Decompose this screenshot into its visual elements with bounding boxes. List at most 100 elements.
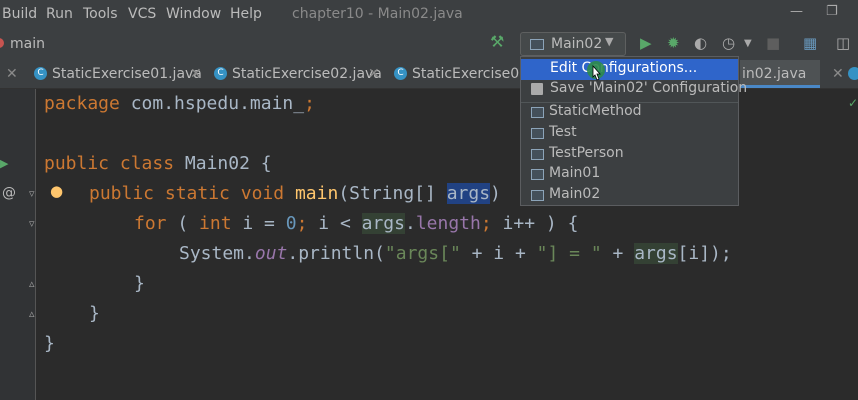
menu-build[interactable]: Build: [2, 6, 37, 22]
menu-bar: Build Run Tools VCS Window Help chapter1…: [0, 0, 858, 28]
config-item-test[interactable]: Test: [521, 123, 738, 144]
code-token: [i]);: [677, 243, 732, 264]
config-item-main02[interactable]: Main02: [521, 185, 738, 206]
param-args: args: [446, 183, 491, 204]
close-icon[interactable]: ✕: [368, 66, 380, 82]
close-icon[interactable]: ✕: [832, 66, 844, 82]
keyword: int: [199, 213, 232, 234]
pointer-cursor-icon: [592, 65, 601, 81]
code-line-6: System.out.println("args[" + i + "] = " …: [179, 239, 732, 269]
fold-icon[interactable]: ▵: [29, 307, 35, 320]
config-icon: [531, 107, 544, 118]
window-title: chapter10 - Main02.java: [292, 6, 463, 22]
code-line-3: public class Main02 {: [44, 149, 272, 179]
branch-icon: [0, 38, 4, 48]
keyword: package: [44, 93, 120, 114]
code-line-5: for ( int i = 0; i < args.length; i++ ) …: [134, 209, 578, 239]
run-icon[interactable]: ▶: [640, 34, 652, 52]
paren: ): [490, 183, 501, 204]
config-item-staticmethod[interactable]: StaticMethod: [521, 102, 738, 123]
fold-icon[interactable]: ▿: [29, 217, 35, 230]
run-config-dropdown: Edit Configurations... Save 'Main02' Con…: [520, 56, 747, 206]
config-item-testperson[interactable]: TestPerson: [521, 144, 738, 165]
config-item-main01[interactable]: Main01: [521, 164, 738, 185]
build-hammer-icon[interactable]: ⚒: [490, 32, 504, 51]
lightbulb-icon[interactable]: ●: [50, 182, 63, 200]
class-icon: C: [394, 67, 407, 80]
menu-item-label: TestPerson: [549, 145, 624, 161]
config-icon: [531, 169, 544, 180]
debug-icon[interactable]: ✹: [667, 34, 680, 52]
menu-item-label: Edit Configurations...: [550, 60, 698, 76]
menu-window[interactable]: Window: [166, 6, 221, 22]
save-icon: [531, 83, 543, 95]
number-literal: 0: [285, 213, 297, 234]
tab-label: in02.java: [742, 66, 807, 82]
search-everywhere-icon[interactable]: ◫: [836, 34, 850, 52]
menu-run[interactable]: Run: [46, 6, 73, 22]
editor-gutter: ▶ @ ▿ ▿ ▵ ▵: [0, 89, 36, 400]
override-icon[interactable]: @: [2, 185, 16, 201]
stop-icon[interactable]: ■: [766, 34, 780, 52]
static-field-out: out: [254, 243, 288, 264]
keyword: static: [164, 183, 230, 204]
class-name: Main02: [184, 153, 250, 174]
checkmark-icon: ✓: [848, 96, 858, 110]
close-icon[interactable]: ✕: [190, 66, 202, 82]
brace: {: [249, 153, 272, 174]
param-args: args: [361, 213, 405, 234]
code-token: .println(: [287, 243, 385, 264]
config-icon: [531, 190, 544, 201]
run-gutter-icon[interactable]: ▶: [0, 157, 8, 170]
project-structure-icon[interactable]: ▦: [803, 34, 817, 52]
branch-name[interactable]: main: [10, 36, 45, 52]
method-name: main: [294, 183, 339, 204]
tab-label: StaticExercise01.java: [52, 66, 202, 82]
close-icon[interactable]: ✕: [6, 66, 18, 82]
keyword: public: [44, 153, 110, 174]
keyword: void: [240, 183, 285, 204]
config-icon: [530, 39, 544, 50]
code-line-1: package com.hspedu.main_;: [44, 89, 315, 119]
minimize-icon[interactable]: —: [790, 4, 803, 19]
class-icon: [848, 67, 858, 80]
code-token: i =: [231, 213, 286, 234]
edit-configurations-item[interactable]: Edit Configurations...: [521, 59, 738, 80]
menu-item-label: StaticMethod: [549, 103, 642, 119]
string-literal: "args[": [384, 243, 461, 264]
signature: (String[]: [338, 183, 447, 204]
menu-item-label: Main01: [549, 165, 601, 181]
profiler-icon[interactable]: ◷: [722, 34, 735, 52]
code-token: i <: [318, 213, 362, 234]
profiler-dropdown-icon[interactable]: ▼: [744, 38, 752, 49]
code-line-4: public static void main(String[] args): [89, 179, 501, 209]
coverage-icon[interactable]: ◐: [694, 34, 707, 52]
code-token: (: [166, 213, 200, 234]
run-config-label: Main02: [551, 36, 603, 52]
menu-item-label: Main02: [549, 186, 601, 202]
code-token: +: [601, 243, 635, 264]
tab-main02[interactable]: in02.java: [740, 60, 820, 88]
code-line-9: }: [44, 333, 55, 354]
field-length: length: [415, 213, 481, 234]
save-configuration-item[interactable]: Save 'Main02' Configuration: [521, 79, 747, 100]
menu-vcs[interactable]: VCS: [128, 6, 156, 22]
restore-icon[interactable]: ❐: [826, 4, 838, 19]
string-literal: "] = ": [536, 243, 602, 264]
semicolon: ;: [296, 213, 319, 234]
menu-tools[interactable]: Tools: [83, 6, 118, 22]
menu-help[interactable]: Help: [230, 6, 262, 22]
keyword: for: [134, 213, 167, 234]
fold-icon[interactable]: ▵: [29, 277, 35, 290]
keyword: class: [119, 153, 175, 174]
param-args: args: [634, 243, 678, 264]
config-icon: [531, 149, 544, 160]
tab-label: StaticExercise02.java: [232, 66, 382, 82]
fold-icon[interactable]: ▿: [29, 187, 35, 200]
chevron-down-icon: ▼: [605, 35, 614, 48]
code-line-7: }: [134, 273, 145, 294]
run-config-combo[interactable]: Main02 ▼: [520, 32, 626, 56]
code-token: i++ ) {: [502, 213, 579, 234]
menu-item-label: Test: [549, 124, 577, 140]
code-token: System.: [179, 243, 255, 264]
